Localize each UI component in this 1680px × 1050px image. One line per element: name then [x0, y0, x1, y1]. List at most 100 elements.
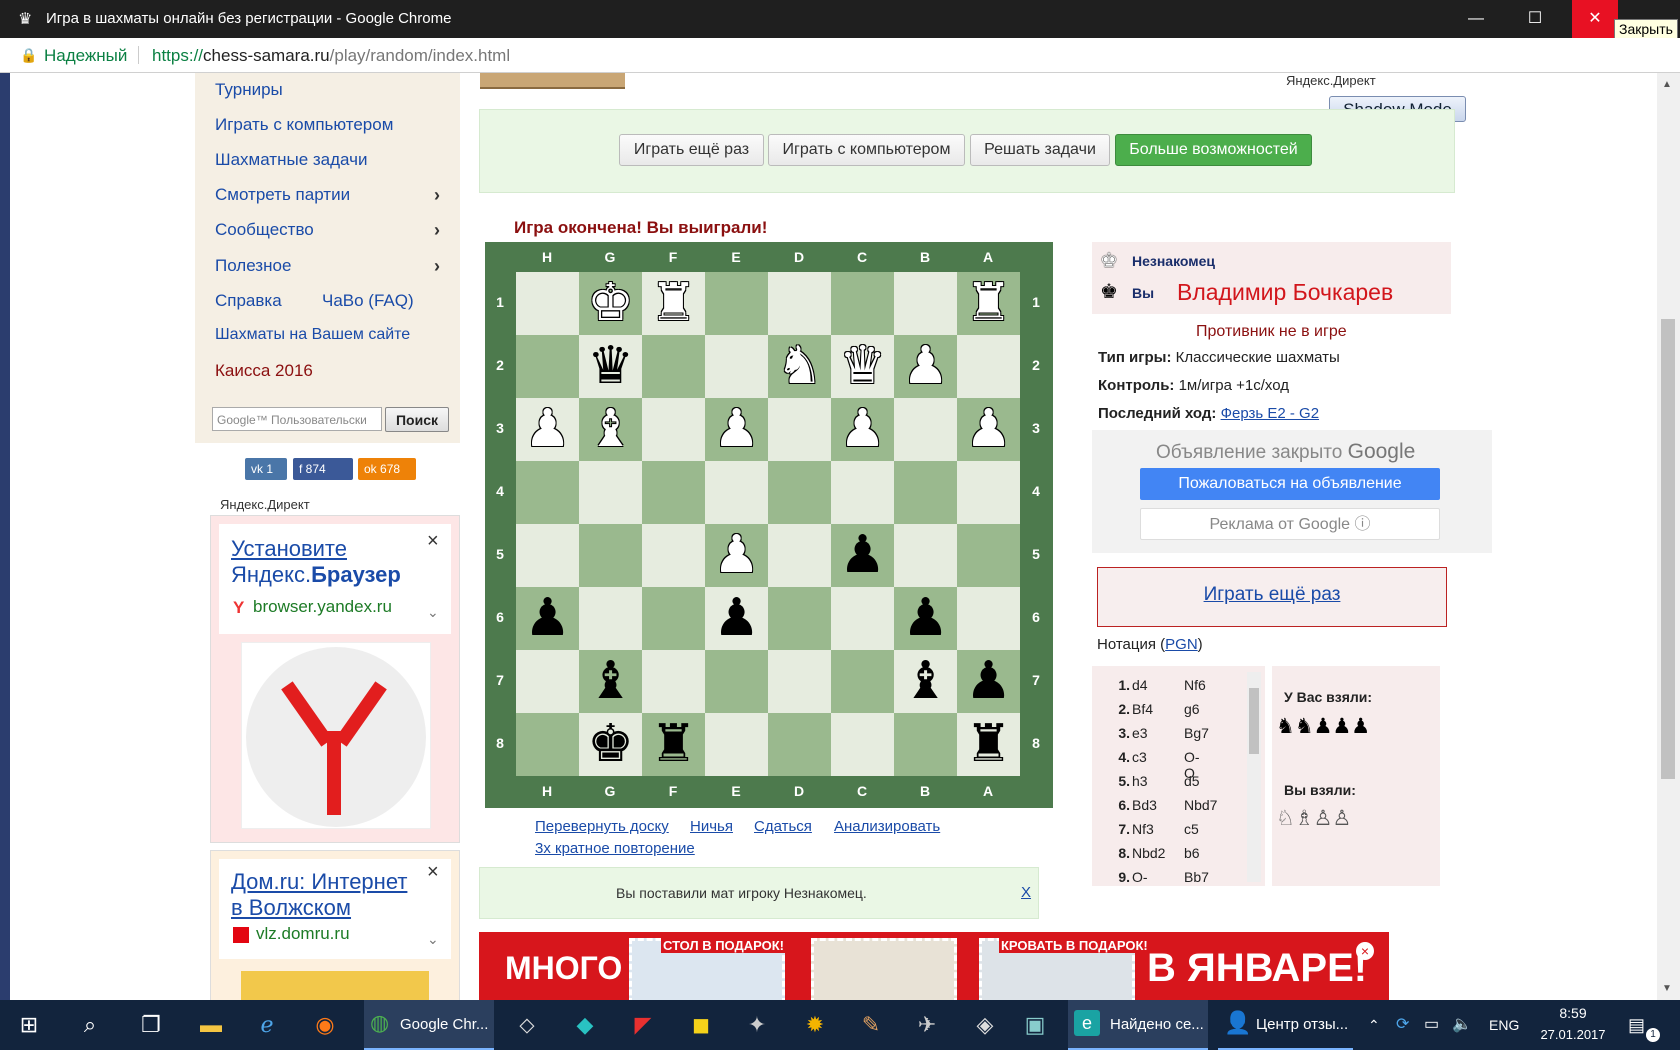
board-square[interactable]: ♝: [579, 398, 642, 461]
close-icon[interactable]: ×: [427, 861, 439, 884]
ad-title-line2[interactable]: Яндекс.Браузер: [231, 562, 401, 588]
board-square[interactable]: [894, 524, 957, 587]
ads-by-google-button[interactable]: Реклама от Google ⓘ: [1140, 508, 1440, 540]
chevron-up-icon[interactable]: ⌃: [1368, 1000, 1380, 1050]
white-move[interactable]: Bf4: [1132, 701, 1153, 717]
chevron-down-icon[interactable]: ⌄: [427, 931, 439, 948]
board-square[interactable]: [579, 461, 642, 524]
board-square[interactable]: [642, 461, 705, 524]
scrollbar-thumb[interactable]: [1249, 688, 1259, 754]
app-icon[interactable]: ◈: [970, 1010, 1000, 1040]
board-square[interactable]: [768, 587, 831, 650]
black-pawn-icon[interactable]: ♟: [705, 587, 768, 650]
opponent-name[interactable]: Незнакомец: [1132, 253, 1215, 269]
search-input[interactable]: Google™ Пользовательски: [212, 407, 382, 431]
white-move[interactable]: h3: [1132, 773, 1148, 789]
board-square[interactable]: [831, 272, 894, 335]
black-move[interactable]: d5: [1184, 773, 1200, 789]
odnoklassniki-share-button[interactable]: ok 678: [358, 458, 416, 480]
board-square[interactable]: [642, 587, 705, 650]
black-pawn-icon[interactable]: ♟: [831, 524, 894, 587]
white-move[interactable]: Nf3: [1132, 821, 1154, 837]
board-square[interactable]: ♟: [831, 398, 894, 461]
black-rook-icon[interactable]: ♜: [642, 713, 705, 776]
menu-item-puzzles[interactable]: Шахматные задачи: [215, 150, 367, 170]
threefold-repetition-link[interactable]: 3х кратное повторение: [535, 840, 695, 857]
close-icon[interactable]: ×: [1356, 942, 1374, 960]
ad-title-line2[interactable]: в Волжском: [231, 895, 351, 921]
menu-item-faq[interactable]: ЧаВо (FAQ): [322, 291, 414, 311]
board-square[interactable]: [957, 461, 1020, 524]
board-square[interactable]: [642, 335, 705, 398]
white-move[interactable]: Nbd2: [1132, 845, 1165, 861]
board-square[interactable]: [705, 335, 768, 398]
black-pawn-icon[interactable]: ♟: [894, 587, 957, 650]
board-square[interactable]: [705, 272, 768, 335]
network-icon[interactable]: ▭: [1424, 1000, 1439, 1050]
black-bishop-icon[interactable]: ♝: [579, 650, 642, 713]
board-square[interactable]: [579, 524, 642, 587]
board-square[interactable]: [516, 713, 579, 776]
board-square[interactable]: [642, 524, 705, 587]
vk-share-button[interactable]: vk 1: [245, 458, 287, 480]
board-square[interactable]: [831, 713, 894, 776]
ad-url[interactable]: browser.yandex.ru: [253, 597, 392, 617]
black-move[interactable]: Nf6: [1184, 677, 1206, 693]
play-computer-button[interactable]: Играть с компьютером: [768, 134, 965, 166]
board-square[interactable]: [768, 461, 831, 524]
yandex-browser-ad[interactable]: Установите Яндекс.Браузер × Y browser.ya…: [210, 515, 460, 843]
scroll-down-arrow-icon[interactable]: ▼: [1662, 983, 1672, 994]
app-icon[interactable]: ▣: [1020, 1010, 1050, 1040]
menu-item-play-computer[interactable]: Играть с компьютером: [215, 115, 393, 135]
black-pawn-icon[interactable]: ♟: [957, 650, 1020, 713]
black-move[interactable]: Bg7: [1184, 725, 1209, 741]
black-bishop-icon[interactable]: ♝: [894, 650, 957, 713]
white-move[interactable]: c3: [1132, 749, 1147, 765]
notifications-icon[interactable]: ▤: [1628, 1000, 1645, 1050]
black-pawn-icon[interactable]: ♟: [516, 587, 579, 650]
white-pawn-icon[interactable]: ♟: [705, 398, 768, 461]
ad-title-line1[interactable]: Установите: [231, 536, 347, 562]
offer-draw-link[interactable]: Ничья: [690, 818, 733, 835]
facebook-share-button[interactable]: f 874: [293, 458, 353, 480]
chevron-right-icon[interactable]: ›: [434, 256, 440, 277]
minimize-button[interactable]: —: [1453, 0, 1499, 38]
white-move[interactable]: O-O: [1132, 869, 1148, 886]
menu-item-community[interactable]: Сообщество: [215, 220, 314, 240]
black-move[interactable]: g6: [1184, 701, 1200, 717]
board-square[interactable]: [705, 650, 768, 713]
board-square[interactable]: [768, 650, 831, 713]
board-square[interactable]: [831, 587, 894, 650]
board-square[interactable]: [831, 650, 894, 713]
page-scrollbar[interactable]: ▲ ▼: [1657, 73, 1680, 1000]
board-square[interactable]: ♜: [957, 713, 1020, 776]
menu-item-kaissa[interactable]: Каисса 2016: [215, 361, 313, 381]
board-square[interactable]: [768, 398, 831, 461]
board-square[interactable]: [894, 272, 957, 335]
menu-item-help[interactable]: Справка: [215, 291, 282, 311]
white-move[interactable]: e3: [1132, 725, 1148, 741]
address-bar[interactable]: 🔒 Надежный https://chess-samara.ru/play/…: [0, 38, 1680, 73]
board-square[interactable]: [768, 713, 831, 776]
board-square[interactable]: [957, 335, 1020, 398]
volume-icon[interactable]: 🔈: [1452, 1000, 1472, 1050]
more-options-button[interactable]: Больше возможностей: [1115, 134, 1312, 166]
white-move[interactable]: Bd3: [1132, 797, 1157, 813]
chevron-down-icon[interactable]: ⌄: [427, 604, 439, 621]
app-icon[interactable]: ✹: [800, 1010, 830, 1040]
search-icon[interactable]: ⌕: [75, 1010, 105, 1040]
board-square[interactable]: ♞: [768, 335, 831, 398]
white-pawn-icon[interactable]: ♟: [957, 398, 1020, 461]
board-square[interactable]: [957, 524, 1020, 587]
board-square[interactable]: [516, 461, 579, 524]
3dsmax-icon[interactable]: ◆: [570, 1010, 600, 1040]
notation-scrollbar[interactable]: [1247, 672, 1261, 882]
board-square[interactable]: ♟: [894, 335, 957, 398]
solve-puzzles-button[interactable]: Решать задачи: [970, 134, 1110, 166]
board-square[interactable]: ♟: [957, 398, 1020, 461]
search-button[interactable]: Поиск: [385, 407, 449, 432]
paint-icon[interactable]: ✎: [856, 1010, 886, 1040]
maximize-button[interactable]: ☐: [1512, 0, 1558, 38]
chess-board[interactable]: ♚ ♜ ♜ ♛ ♞ ♛ ♟ ♟ ♝ ♟ ♟ ♟ ♟ ♟ ♟ ♟ ♟ ♝ ♝ ♟ ♚ ♜ ♜ HHGGFFEEDDCCBBAA…: [485, 242, 1053, 808]
task-view-icon[interactable]: ❐: [136, 1010, 166, 1040]
